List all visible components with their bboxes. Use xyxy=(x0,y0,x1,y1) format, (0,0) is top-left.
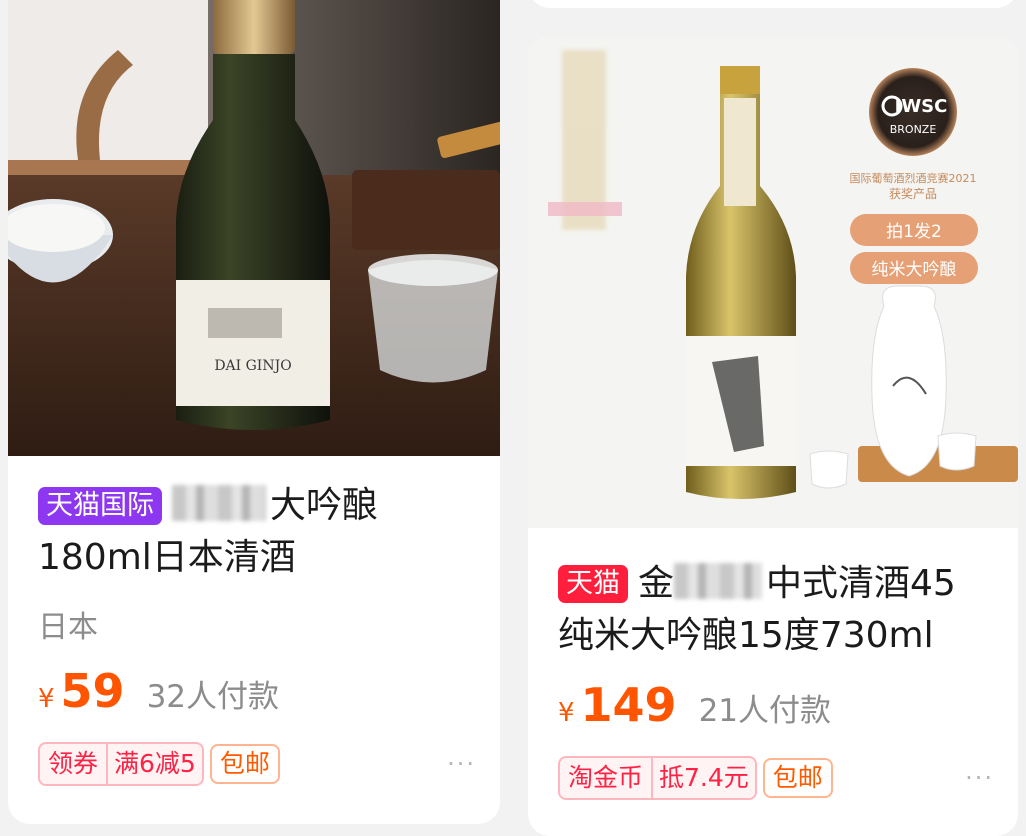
currency-symbol: ¥ xyxy=(558,698,575,728)
promo-row: 领券 满6减5 包邮 ··· xyxy=(38,742,476,786)
coupon-label: 淘金币 xyxy=(568,763,644,792)
title-prefix: 金 xyxy=(638,563,675,604)
sake-bottle-photo: IWSC BRONZE 国际葡萄酒烈酒竞赛2021 获奖产品 拍1发2 纯米大吟… xyxy=(528,36,1018,528)
coupon-tag[interactable]: 领券 满6减5 xyxy=(38,742,204,786)
price-row: ¥ 59 32人付款 xyxy=(38,664,476,718)
award-caption: 国际葡萄酒烈酒竞赛2021 xyxy=(850,171,977,185)
taojinbi-tag[interactable]: 淘金币 抵7.4元 xyxy=(558,756,757,800)
tmall-intl-badge: 天猫国际 xyxy=(38,487,162,525)
promo-row: 淘金币 抵7.4元 包邮 ··· xyxy=(558,756,994,800)
product-info: 天猫国际 大吟酿 180ml日本清酒 日本 ¥ 59 32人付款 领券 满6减5 … xyxy=(38,480,476,786)
coupon-value: 满6减5 xyxy=(106,744,202,784)
currency-symbol: ¥ xyxy=(38,684,55,714)
title-line2: 纯米大吟酿15度730ml xyxy=(558,615,934,656)
price: 59 xyxy=(60,664,125,718)
award-caption-2: 获奖产品 xyxy=(889,187,937,201)
tmall-badge: 天猫 xyxy=(558,565,628,603)
promo-junmai: 纯米大吟酿 xyxy=(872,260,957,280)
coupon-value: 抵7.4元 xyxy=(651,758,755,798)
award-brand: IWSC xyxy=(895,96,948,117)
blurred-brand xyxy=(172,485,266,521)
sold-count: 21人付款 xyxy=(698,693,832,729)
award-level: BRONZE xyxy=(890,123,937,136)
more-options-icon[interactable]: ··· xyxy=(965,764,994,792)
sake-bottle-photo: DAI GINJO xyxy=(8,0,500,456)
product-card-sake-730ml[interactable]: IWSC BRONZE 国际葡萄酒烈酒竞赛2021 获奖产品 拍1发2 纯米大吟… xyxy=(528,36,1018,836)
price: 149 xyxy=(580,678,677,732)
product-photo[interactable]: DAI GINJO xyxy=(8,0,500,456)
bottle-label-text: DAI GINJO xyxy=(214,358,291,374)
title-line1: 中式清酒45 xyxy=(766,563,956,604)
product-photo[interactable]: IWSC BRONZE 国际葡萄酒烈酒竞赛2021 获奖产品 拍1发2 纯米大吟… xyxy=(528,36,1018,528)
price-row: ¥ 149 21人付款 xyxy=(558,678,994,732)
promo-buy1get2: 拍1发2 xyxy=(886,222,942,242)
free-shipping-tag: 包邮 xyxy=(762,758,833,798)
blurred-brand xyxy=(674,563,763,599)
product-title[interactable]: 天猫国际 大吟酿 180ml日本清酒 xyxy=(38,480,476,584)
more-options-icon[interactable]: ··· xyxy=(447,750,476,778)
free-shipping-tag: 包邮 xyxy=(209,744,280,784)
product-info: 天猫金 中式清酒45 纯米大吟酿15度730ml ¥ 149 21人付款 淘金币 … xyxy=(558,558,994,800)
title-line1: 大吟酿 xyxy=(270,485,379,526)
title-line2: 180ml日本清酒 xyxy=(38,537,296,578)
product-card-sake-180ml[interactable]: DAI GINJO 天猫国际 大吟酿 180ml日本清酒 日本 ¥ 59 32人付… xyxy=(8,0,500,824)
sold-count: 32人付款 xyxy=(146,679,280,715)
previous-product-card[interactable] xyxy=(528,0,1018,8)
product-title[interactable]: 天猫金 中式清酒45 纯米大吟酿15度730ml xyxy=(558,558,994,662)
coupon-label: 领券 xyxy=(48,749,99,778)
origin-label: 日本 xyxy=(38,610,98,645)
